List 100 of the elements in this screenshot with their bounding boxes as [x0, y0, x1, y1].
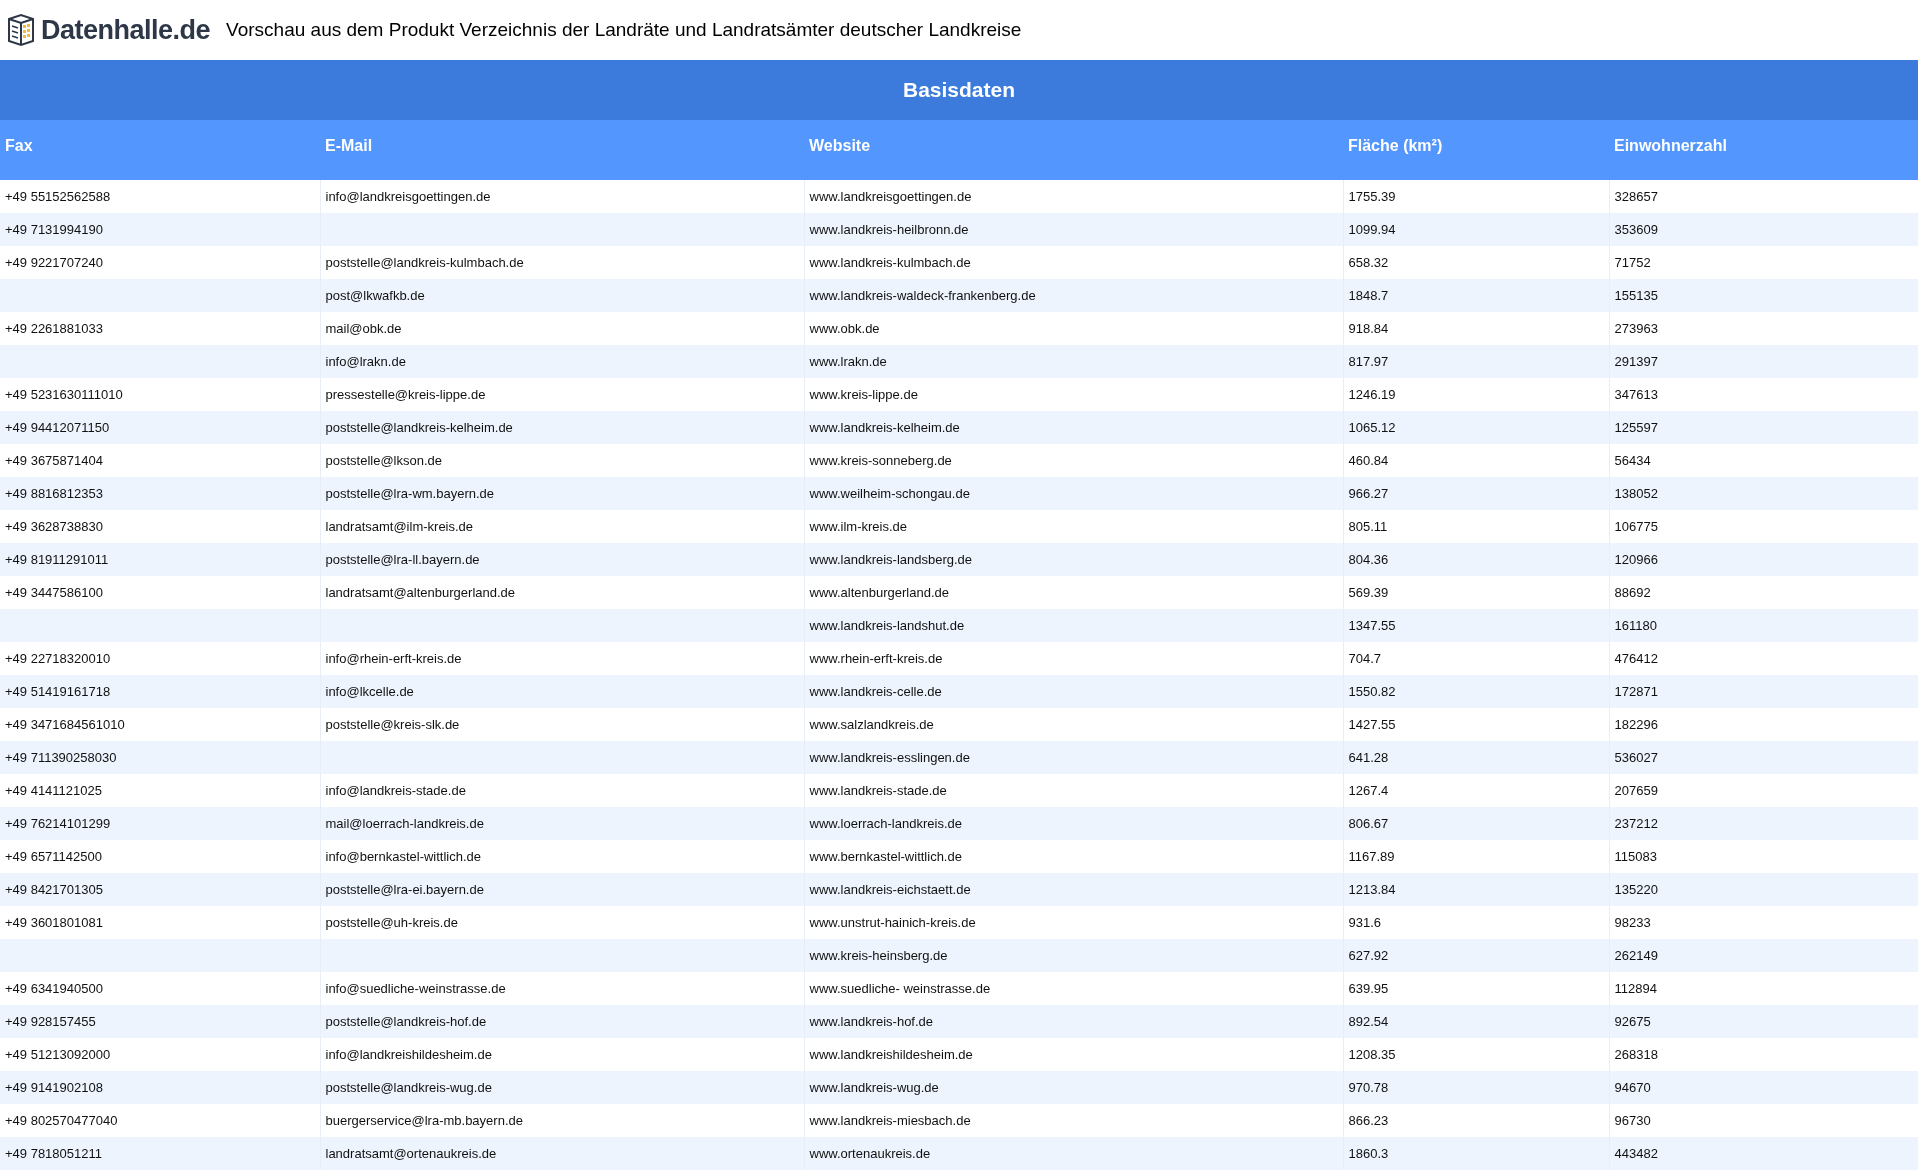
- table-cell: 892.54: [1348, 1013, 1389, 1029]
- table-cell: www.kreis-lippe.de: [809, 386, 918, 402]
- table-cell: 1099.94: [1348, 221, 1396, 237]
- page-title: Vorschau aus dem Produkt Verzeichnis der Landräte und Landratsämter deutscher Landkreise: [226, 17, 1022, 42]
- table-cell: +49 3675871404: [5, 452, 103, 468]
- table-cell: +49 2261881033: [5, 320, 103, 336]
- table-cell: www.landkreisgoettingen.de: [809, 188, 972, 204]
- table-cell: poststelle@landkreis-kelheim.de: [325, 419, 513, 435]
- table-cell: 88692: [1614, 584, 1651, 600]
- table-cell: info@bernkastel-wittlich.de: [325, 848, 482, 864]
- table-cell: www.unstrut-hainich-kreis.de: [809, 914, 976, 930]
- table-cell: 1848.7: [1348, 287, 1389, 303]
- table-cell: www.kreis-heinsberg.de: [809, 947, 948, 963]
- table-cell: info@landkreisgoettingen.de: [325, 188, 491, 204]
- table-cell: www.altenburgerland.de: [809, 584, 949, 600]
- table-cell: poststelle@uh-kreis.de: [325, 914, 458, 930]
- column-header: Einwohnerzahl: [1614, 137, 1727, 154]
- table-cell: 970.78: [1348, 1079, 1389, 1095]
- table-cell: 1246.19: [1348, 386, 1396, 402]
- table-cell: 71752: [1614, 254, 1651, 270]
- table-cell: +49 8421701305: [5, 881, 103, 897]
- table-cell: +49 3447586100: [5, 584, 103, 600]
- table-cell: 125597: [1614, 419, 1658, 435]
- table-cell: +49 9221707240: [5, 254, 103, 270]
- table-cell: 161180: [1614, 617, 1657, 633]
- table-cell: 182296: [1614, 716, 1658, 732]
- table-cell: +49 928157455: [5, 1013, 96, 1029]
- table-cell: +49 3471684561010: [5, 716, 125, 732]
- table-cell: 931.6: [1348, 914, 1382, 930]
- column-header: Fläche (km²): [1348, 137, 1443, 154]
- table-cell: 120966: [1614, 551, 1658, 567]
- table-cell: www.landkreis-landsberg.de: [809, 551, 973, 567]
- table-cell: 443482: [1614, 1145, 1658, 1161]
- table-cell: +49 6341940500: [5, 980, 103, 996]
- table-cell: 106775: [1614, 518, 1658, 534]
- table-cell: mail@obk.de: [325, 320, 402, 336]
- table-cell: 172871: [1614, 683, 1658, 699]
- table-cell: +49 7818051211: [5, 1145, 102, 1161]
- table-cell: +49 5231630111010: [5, 386, 123, 402]
- column-header: Fax: [5, 137, 33, 154]
- table-cell: 138052: [1614, 485, 1658, 501]
- table-cell: +49 7131994190: [5, 221, 103, 237]
- table-cell: 569.39: [1348, 584, 1389, 600]
- table-cell: +49 76214101299: [5, 815, 111, 831]
- table-cell: +49 4141121025: [5, 782, 102, 798]
- table-cell: info@lkcelle.de: [325, 683, 414, 699]
- table-cell: +49 6571142500: [5, 848, 102, 864]
- table-cell: 1065.12: [1348, 419, 1396, 435]
- table-cell: 918.84: [1348, 320, 1389, 336]
- table-cell: info@landkreis-stade.de: [325, 782, 466, 798]
- table-cell: info@rhein-erft-kreis.de: [325, 650, 462, 666]
- table-cell: www.landkreis-kelheim.de: [809, 419, 960, 435]
- table-cell: 155135: [1614, 287, 1658, 303]
- table-cell: www.lrakn.de: [809, 353, 887, 369]
- table-cell: www.landkreishildesheim.de: [809, 1046, 973, 1062]
- table-cell: 1213.84: [1348, 881, 1396, 897]
- table-cell: 207659: [1614, 782, 1658, 798]
- logo-text[interactable]: Datenhalle.de: [41, 9, 211, 51]
- table-cell: buergerservice@lra-mb.bayern.de: [325, 1112, 523, 1128]
- table-cell: www.weilheim-schongau.de: [809, 485, 970, 501]
- table-cell: landratsamt@altenburgerland.de: [325, 584, 516, 600]
- table-cell: 658.32: [1348, 254, 1389, 270]
- table-cell: 237212: [1614, 815, 1658, 831]
- table-cell: 135220: [1614, 881, 1658, 897]
- table-cell: 1860.3: [1348, 1145, 1389, 1161]
- table-cell: 328657: [1614, 188, 1658, 204]
- table-caption: Basisdaten: [0, 60, 1918, 120]
- table-cell: www.suedliche- weinstrasse.de: [809, 980, 991, 996]
- table-cell: poststelle@landkreis-wug.de: [325, 1079, 492, 1095]
- column-header: E-Mail: [325, 137, 373, 154]
- table-cell: 641.28: [1348, 749, 1389, 765]
- table-cell: poststelle@lra-ei.bayern.de: [325, 881, 484, 897]
- table-cell: 627.92: [1348, 947, 1389, 963]
- table-cell: +49 51419161718: [5, 683, 111, 699]
- table-cell: 94670: [1614, 1079, 1651, 1095]
- table-cell: 56434: [1614, 452, 1651, 468]
- table-cell: www.landkreis-hof.de: [809, 1013, 934, 1029]
- table-cell: +49 22718320010: [5, 650, 111, 666]
- table-cell: poststelle@landkreis-kulmbach.de: [325, 254, 524, 270]
- table-cell: 704.7: [1348, 650, 1382, 666]
- table-cell: +49 8816812353: [5, 485, 103, 501]
- table-cell: www.landkreis-miesbach.de: [809, 1112, 971, 1128]
- table-cell: www.salzlandkreis.de: [809, 716, 934, 732]
- table-cell: 476412: [1614, 650, 1658, 666]
- table-cell: www.obk.de: [809, 320, 880, 336]
- table-cell: 1208.35: [1348, 1046, 1396, 1062]
- column-header: Website: [809, 137, 871, 154]
- table-cell: www.landkreis-eichstaett.de: [809, 881, 971, 897]
- table-cell: 804.36: [1348, 551, 1389, 567]
- table-cell: 1550.82: [1348, 683, 1396, 699]
- table-cell: 866.23: [1348, 1112, 1389, 1128]
- table-cell: 112894: [1614, 980, 1657, 996]
- table-cell: landratsamt@ortenaukreis.de: [325, 1145, 497, 1161]
- table-cell: +49 9141902108: [5, 1079, 103, 1095]
- table-cell: 262149: [1614, 947, 1658, 963]
- table-cell: www.ortenaukreis.de: [809, 1145, 931, 1161]
- table-cell: poststelle@lra-ll.bayern.de: [325, 551, 480, 567]
- table-cell: www.bernkastel-wittlich.de: [809, 848, 962, 864]
- table-cell: 1347.55: [1348, 617, 1396, 633]
- table-cell: +49 81911291011: [5, 551, 109, 567]
